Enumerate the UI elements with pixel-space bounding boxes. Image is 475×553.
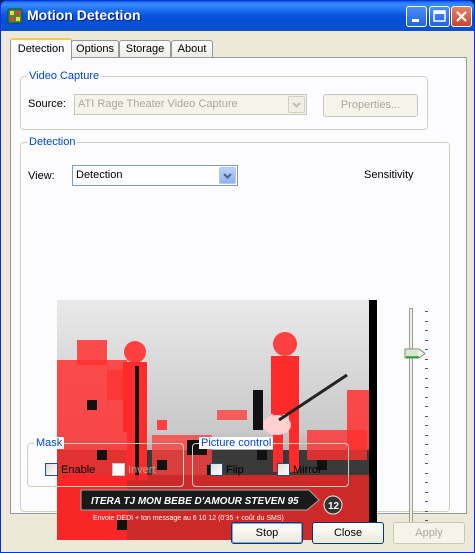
client-area: Detection Options Storage About Video Ca… bbox=[4, 31, 471, 551]
channel-badge: 12 bbox=[328, 501, 340, 512]
maximize-icon bbox=[433, 10, 446, 22]
chevron-down-icon bbox=[288, 96, 305, 113]
view-value: Detection bbox=[76, 169, 123, 181]
enable-label: Enable bbox=[61, 464, 96, 476]
slider-tick bbox=[425, 311, 428, 312]
minimize-icon bbox=[412, 19, 419, 22]
tab-options-label: Options bbox=[76, 43, 114, 55]
slider-tick bbox=[425, 434, 428, 436]
slider-tick bbox=[425, 510, 428, 512]
title-bar[interactable]: Motion Detection bbox=[1, 1, 474, 31]
flip-checkbox[interactable] bbox=[210, 463, 223, 476]
apply-button[interactable]: Apply bbox=[393, 522, 465, 544]
close-button[interactable]: Close bbox=[312, 522, 384, 544]
slider-tick bbox=[425, 472, 428, 474]
view-select[interactable]: Detection bbox=[72, 165, 238, 186]
overlay-caption: ITERA TJ MON BEBE D'AMOUR STEVEN 95 bbox=[91, 496, 299, 507]
mask-group: Mask Enable Invert bbox=[27, 437, 184, 487]
source-label: Source: bbox=[28, 98, 66, 110]
tab-detection[interactable]: Detection bbox=[10, 38, 72, 60]
mask-group-label: Mask bbox=[34, 437, 65, 449]
video-preview: ITERA TJ MON BEBE D'AMOUR STEVEN 95 Envo… bbox=[57, 300, 377, 540]
overlay-subcaption: Envoie DEDI + ton message au 6 10 12 (0'… bbox=[93, 515, 284, 522]
slider-tick bbox=[425, 453, 428, 455]
enable-checkbox[interactable] bbox=[45, 463, 58, 476]
slider-tick bbox=[425, 491, 428, 493]
window-title: Motion Detection bbox=[27, 7, 141, 23]
slider-tick bbox=[425, 520, 428, 521]
slider-tick bbox=[425, 406, 428, 407]
video-frame-image: ITERA TJ MON BEBE D'AMOUR STEVEN 95 Envo… bbox=[57, 300, 377, 540]
slider-tick bbox=[425, 368, 428, 369]
motion-detection-window: Motion Detection Detection Options Stora… bbox=[0, 0, 475, 553]
detection-group-label: Detection bbox=[27, 136, 78, 148]
tab-options[interactable]: Options bbox=[71, 40, 119, 58]
slider-tick bbox=[425, 387, 428, 388]
maximize-button[interactable] bbox=[429, 6, 450, 27]
slider-tick bbox=[425, 463, 428, 464]
source-value: ATI Rage Theater Video Capture bbox=[78, 98, 238, 110]
sensitivity-track[interactable] bbox=[409, 308, 413, 532]
mirror-label: Mirror bbox=[293, 464, 322, 476]
tab-detection-label: Detection bbox=[17, 43, 65, 55]
sensitivity-slider-thumb[interactable] bbox=[404, 348, 426, 359]
detection-tab-panel: Video Capture Source: ATI Rage Theater V… bbox=[10, 57, 467, 540]
slider-tick bbox=[425, 482, 428, 483]
source-select[interactable]: ATI Rage Theater Video Capture bbox=[74, 94, 307, 115]
slider-tick bbox=[425, 320, 428, 322]
slider-tick bbox=[425, 377, 428, 379]
view-label: View: bbox=[28, 170, 55, 182]
slider-tick bbox=[425, 444, 428, 445]
close-window-button[interactable] bbox=[451, 6, 472, 27]
tab-storage[interactable]: Storage bbox=[119, 40, 171, 58]
tab-about[interactable]: About bbox=[171, 40, 213, 58]
tab-storage-label: Storage bbox=[125, 43, 165, 55]
video-capture-group-label: Video Capture bbox=[27, 70, 102, 82]
slider-tick bbox=[425, 396, 428, 398]
slider-tick bbox=[425, 415, 428, 417]
invert-checkbox[interactable] bbox=[112, 463, 125, 476]
video-capture-group: Video Capture Source: ATI Rage Theater V… bbox=[20, 70, 428, 130]
properties-button[interactable]: Properties... bbox=[323, 94, 418, 117]
stop-button[interactable]: Stop bbox=[231, 522, 303, 544]
minimize-button[interactable] bbox=[406, 6, 427, 27]
slider-tick bbox=[425, 339, 428, 341]
slider-tick bbox=[425, 425, 428, 426]
sensitivity-label: Sensitivity bbox=[364, 169, 414, 181]
picture-control-group-label: Picture control bbox=[199, 437, 274, 449]
invert-label: Invert bbox=[128, 464, 156, 476]
tab-about-label: About bbox=[177, 43, 207, 55]
mirror-checkbox[interactable] bbox=[277, 463, 290, 476]
close-icon bbox=[456, 11, 467, 22]
slider-tick bbox=[425, 501, 428, 502]
chevron-down-icon bbox=[219, 167, 236, 184]
detection-group: Detection View: Detection Sensitivity IT… bbox=[20, 136, 450, 540]
flip-label: Flip bbox=[226, 464, 244, 476]
slider-tick bbox=[425, 330, 428, 331]
picture-control-group: Picture control Flip Mirror bbox=[192, 437, 349, 487]
app-icon bbox=[7, 8, 23, 24]
